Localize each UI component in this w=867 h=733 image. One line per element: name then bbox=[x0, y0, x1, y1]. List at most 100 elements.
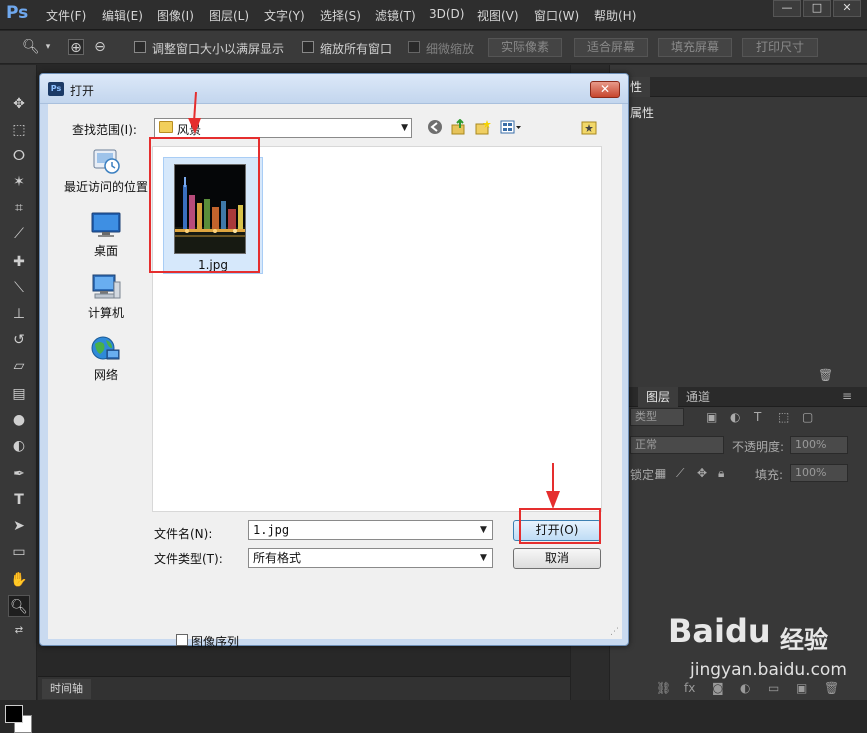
lock-position-icon[interactable]: ✥ bbox=[697, 466, 707, 480]
panel-menu-icon[interactable]: ≡ bbox=[842, 389, 852, 403]
place-desktop-label: 桌面 bbox=[93, 244, 118, 258]
maximize-button[interactable]: □ bbox=[803, 0, 831, 17]
folder-icon bbox=[159, 121, 173, 133]
shape-tool-icon[interactable]: ▭ bbox=[8, 541, 30, 563]
network-icon bbox=[91, 336, 120, 360]
zoom-tool-preset-icon[interactable]: 🔍︎ bbox=[22, 39, 40, 55]
move-tool-icon[interactable]: ✥ bbox=[8, 93, 30, 115]
cancel-button[interactable]: 取消 bbox=[513, 548, 601, 569]
menu-help[interactable]: 帮助(H) bbox=[594, 7, 636, 24]
swap-colors-icon[interactable]: ⇄ bbox=[8, 620, 30, 642]
preset-dropdown-icon[interactable]: ▾ bbox=[40, 39, 56, 55]
filename-input[interactable]: 1.jpg bbox=[248, 520, 493, 540]
close-app-button[interactable]: ✕ bbox=[833, 0, 861, 17]
layer-kind-filter[interactable]: 类型 bbox=[630, 408, 684, 426]
resize-windows-checkbox[interactable] bbox=[134, 41, 146, 53]
dialog-body: 查找范围(I): 风景 ▼ 最近访问的位置 桌面 计算机 网络 1.jpg 文件… bbox=[48, 104, 622, 649]
blur-tool-icon[interactable]: ● bbox=[8, 409, 30, 431]
tab-layers[interactable]: 图层 bbox=[638, 387, 679, 407]
resize-grip-icon[interactable]: ⋰ bbox=[610, 627, 620, 637]
place-network[interactable]: 网络 bbox=[58, 334, 154, 383]
tab-channels[interactable]: 通道 bbox=[678, 387, 718, 407]
fill-screen-button[interactable]: 填充屏幕 bbox=[658, 38, 732, 57]
menu-layer[interactable]: 图层(L) bbox=[209, 7, 249, 24]
magic-wand-tool-icon[interactable]: ✶ bbox=[8, 171, 30, 193]
fit-screen-button[interactable]: 适合屏幕 bbox=[574, 38, 648, 57]
scrubby-zoom-checkbox[interactable] bbox=[408, 41, 420, 53]
place-computer-label: 计算机 bbox=[87, 306, 124, 320]
history-brush-tool-icon[interactable]: ↺ bbox=[8, 329, 30, 351]
lock-all-icon[interactable]: 🔒︎ bbox=[718, 466, 724, 481]
minimize-button[interactable]: — bbox=[773, 0, 801, 17]
filetype-select[interactable]: 所有格式 bbox=[248, 548, 493, 568]
favorites-folder-icon[interactable] bbox=[580, 119, 598, 137]
hand-tool-icon[interactable]: ✋ bbox=[8, 569, 30, 591]
gradient-tool-icon[interactable]: ▤ bbox=[8, 383, 30, 405]
menu-window[interactable]: 窗口(W) bbox=[534, 7, 579, 24]
menu-type[interactable]: 文字(Y) bbox=[264, 7, 305, 24]
image-sequence-label: 图像序列 bbox=[191, 635, 240, 649]
pixel-filter-icon[interactable]: ▣ bbox=[706, 410, 717, 424]
healing-brush-tool-icon[interactable]: ✚ bbox=[8, 251, 30, 273]
lock-transparent-icon[interactable]: ▦ bbox=[655, 466, 666, 480]
shape-filter-icon[interactable]: ⬚ bbox=[778, 410, 789, 424]
blend-mode-select[interactable]: 正常 bbox=[630, 436, 724, 454]
crop-tool-icon[interactable]: ⌗ bbox=[8, 197, 30, 219]
view-menu-icon[interactable] bbox=[500, 119, 521, 137]
path-selection-tool-icon[interactable]: ➤ bbox=[8, 515, 30, 537]
tools-panel: ✥ ⬚ ⵔ ✶ ⌗ ⟋ ✚ ⟍ ⊥ ↺ ▱ ▤ ● ◐ ✒ T ➤ ▭ ✋ 🔍︎… bbox=[0, 65, 37, 733]
back-icon[interactable] bbox=[426, 119, 444, 137]
lock-label: 锁定: bbox=[630, 468, 659, 482]
type-filter-icon[interactable]: T bbox=[754, 410, 761, 424]
eraser-tool-icon[interactable]: ▱ bbox=[8, 355, 30, 377]
dodge-tool-icon[interactable]: ◐ bbox=[8, 435, 30, 457]
look-in-label: 查找范围(I): bbox=[72, 123, 137, 137]
options-bar: 🔍︎ ▾ ⊕ ⊖ 调整窗口大小以满屏显示 缩放所有窗口 细微缩放 实际像素 适合… bbox=[0, 31, 867, 64]
brush-tool-icon[interactable]: ⟍ bbox=[8, 277, 30, 299]
zoom-out-icon[interactable]: ⊖ bbox=[92, 39, 108, 55]
place-computer[interactable]: 计算机 bbox=[58, 272, 154, 321]
up-folder-icon[interactable] bbox=[450, 118, 468, 137]
smart-object-filter-icon[interactable]: ▢ bbox=[802, 410, 813, 424]
image-sequence-checkbox[interactable] bbox=[176, 634, 188, 646]
open-dialog: Ps 打开 ✕ 查找范围(I): 风景 ▼ 最近访问的位置 桌面 计算机 网络 … bbox=[39, 73, 629, 649]
opacity-field[interactable]: 100% bbox=[790, 436, 848, 454]
zoom-tool-icon[interactable]: 🔍︎ bbox=[8, 595, 30, 617]
trash-icon[interactable]: 🗑 bbox=[818, 368, 833, 382]
zoom-in-icon[interactable]: ⊕ bbox=[68, 39, 84, 56]
menu-file[interactable]: 文件(F) bbox=[46, 7, 86, 24]
place-desktop[interactable]: 桌面 bbox=[58, 210, 154, 259]
menu-edit[interactable]: 编辑(E) bbox=[102, 7, 143, 24]
zoom-all-checkbox[interactable] bbox=[302, 41, 314, 53]
watermark-cn: 经验 bbox=[780, 626, 828, 654]
photoshop-logo: Ps bbox=[6, 3, 29, 23]
place-recent[interactable]: 最近访问的位置 bbox=[58, 146, 154, 195]
adjustment-filter-icon[interactable]: ◐ bbox=[730, 410, 740, 424]
resize-windows-label: 调整窗口大小以满屏显示 bbox=[152, 42, 285, 56]
actual-pixels-button[interactable]: 实际像素 bbox=[488, 38, 562, 57]
close-dialog-button[interactable]: ✕ bbox=[590, 81, 620, 98]
fill-field[interactable]: 100% bbox=[790, 464, 848, 482]
eyedropper-tool-icon[interactable]: ⟋ bbox=[8, 223, 30, 245]
print-size-button[interactable]: 打印尺寸 bbox=[742, 38, 818, 57]
menu-select[interactable]: 选择(S) bbox=[320, 7, 361, 24]
type-tool-icon[interactable]: T bbox=[8, 489, 30, 511]
dialog-titlebar[interactable]: Ps 打开 ✕ bbox=[40, 74, 628, 104]
layers-tabbar: 图层 通道 ≡ bbox=[610, 387, 867, 407]
properties-tabbar: 属性 bbox=[610, 77, 867, 97]
zoom-all-label: 缩放所有窗口 bbox=[320, 42, 393, 56]
dialog-title: 打开 bbox=[70, 84, 95, 98]
desktop-icon bbox=[91, 212, 121, 237]
clone-stamp-tool-icon[interactable]: ⊥ bbox=[8, 303, 30, 325]
menu-3d[interactable]: 3D(D) bbox=[429, 7, 464, 21]
lasso-tool-icon[interactable]: ⵔ bbox=[8, 145, 30, 167]
new-folder-icon[interactable] bbox=[474, 119, 492, 137]
menu-view[interactable]: 视图(V) bbox=[477, 7, 519, 24]
menu-filter[interactable]: 滤镜(T) bbox=[375, 7, 416, 24]
menu-image[interactable]: 图像(I) bbox=[157, 7, 194, 24]
foreground-color-swatch[interactable] bbox=[5, 705, 23, 723]
lock-pixels-icon[interactable]: ⟋ bbox=[676, 466, 684, 481]
tab-timeline[interactable]: 时间轴 bbox=[42, 679, 91, 699]
marquee-tool-icon[interactable]: ⬚ bbox=[8, 119, 30, 141]
pen-tool-icon[interactable]: ✒ bbox=[8, 463, 30, 485]
